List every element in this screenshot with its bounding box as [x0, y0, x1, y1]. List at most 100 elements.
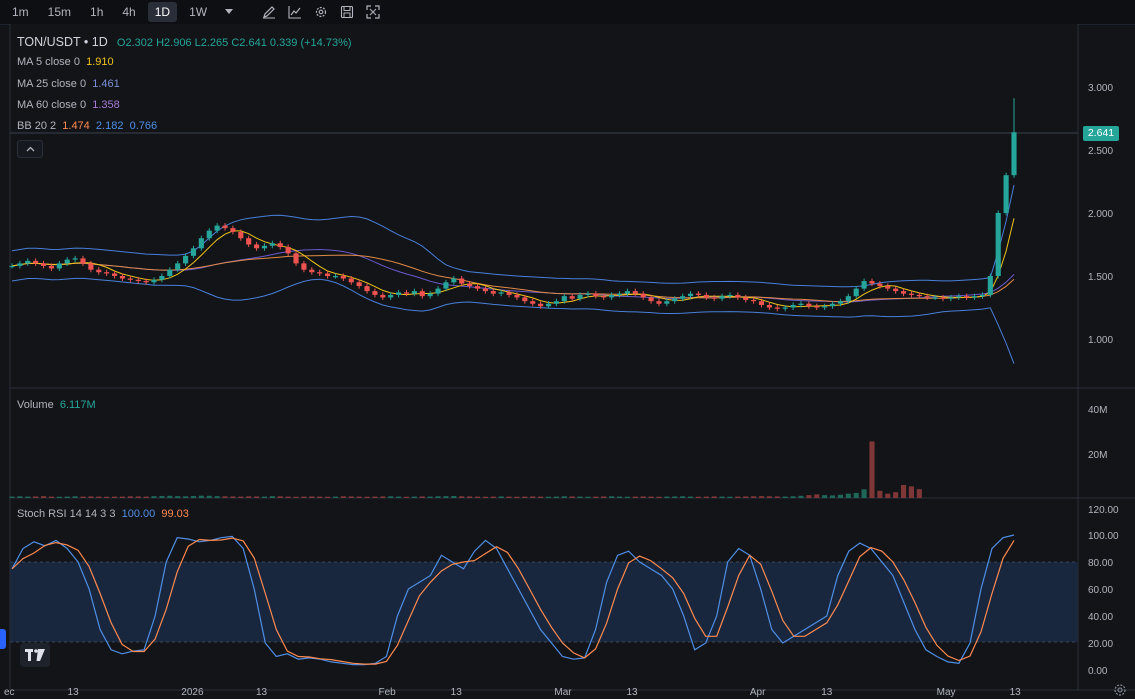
volume-bar [609, 496, 615, 498]
candle-body [687, 293, 694, 297]
price-chart[interactable]: 3.000 2.500 2.000 1.500 1.000 40M 20M 12… [0, 24, 1135, 699]
candle-body [695, 293, 701, 295]
volume-bar [530, 496, 536, 498]
ma5-label: MA 5 close 0 [17, 56, 80, 68]
volume-bar [230, 496, 236, 498]
time-tick: 13 [451, 687, 463, 698]
candle-body [680, 296, 686, 299]
candle-body [900, 291, 907, 294]
candle-body [979, 294, 986, 297]
candle-body [987, 276, 993, 295]
stoch-tick: 80.00 [1088, 558, 1113, 569]
gear-icon[interactable] [310, 2, 332, 22]
bb-legend[interactable]: BB 20 2 1.474 2.182 0.766 [17, 120, 157, 132]
volume-bar [9, 496, 15, 498]
volume-bar [498, 496, 504, 498]
volume-bar [640, 496, 646, 498]
candle-body [908, 293, 914, 295]
candle-body [995, 213, 1001, 276]
left-scroll-marker[interactable] [0, 629, 6, 649]
candle-body [317, 272, 323, 274]
candle-body [530, 301, 536, 304]
candle-body [340, 276, 346, 279]
stoch-tick: 20.00 [1088, 639, 1113, 650]
stoch-tick: 60.00 [1088, 585, 1113, 596]
volume-bar [758, 496, 765, 498]
candle-body [798, 303, 804, 305]
volume-bar [175, 496, 181, 498]
settings-gear-icon[interactable] [1113, 683, 1129, 699]
stoch-tick: 120.00 [1088, 505, 1119, 516]
candle-body [17, 263, 23, 266]
volume-bar [577, 496, 583, 498]
candle-body [735, 294, 741, 298]
candle-body [632, 291, 638, 294]
volume-tick: 40M [1088, 405, 1107, 416]
volume-bar [506, 496, 512, 498]
volume-bar [467, 496, 473, 498]
volume-bar [25, 496, 31, 498]
volume-bar [743, 496, 749, 498]
volume-bar [388, 496, 394, 498]
candle-body [159, 276, 165, 280]
stoch-tick: 0.00 [1088, 666, 1108, 677]
candle-body [364, 286, 370, 292]
candle-body [624, 291, 630, 294]
candle-body [380, 294, 386, 298]
candle-body [877, 283, 883, 287]
volume-bar [837, 494, 843, 498]
save-icon[interactable] [336, 2, 358, 22]
timeframe-1d[interactable]: 1D [147, 2, 178, 22]
chart-toolbar: 1m 15m 1h 4h 1D 1W [0, 0, 1135, 25]
volume-bar [782, 496, 788, 498]
candle-body [451, 278, 457, 283]
time-tick: ec [4, 687, 15, 698]
fullscreen-icon[interactable] [362, 2, 384, 22]
candle-body [403, 292, 410, 294]
timeframe-15m[interactable]: 15m [41, 2, 78, 22]
candle-body [143, 281, 149, 283]
collapse-legend-button[interactable] [17, 140, 43, 158]
volume-label: Volume [17, 399, 54, 411]
volume-bar [33, 496, 39, 498]
volume-bar [372, 496, 378, 498]
volume-bar [443, 496, 449, 498]
candle-body [703, 294, 709, 298]
volume-bar [183, 496, 189, 498]
candle-body [601, 296, 607, 298]
candle-body [782, 307, 788, 309]
volume-bar [143, 496, 149, 498]
time-tick: Apr [750, 687, 766, 698]
tradingview-logo[interactable] [20, 643, 50, 667]
candle-body [806, 303, 812, 307]
timeframe-4h[interactable]: 4h [115, 2, 142, 22]
ma25-legend[interactable]: MA 25 close 0 1.461 [17, 78, 120, 90]
candle-body [648, 297, 654, 302]
volume-legend[interactable]: Volume 6.117M [17, 399, 96, 411]
volume-bar [419, 496, 425, 498]
symbol-title[interactable]: TON/USDT • 1D [17, 35, 108, 49]
candle-body [514, 294, 520, 298]
timeframe-1w[interactable]: 1W [182, 2, 214, 22]
ma60-legend[interactable]: MA 60 close 0 1.358 [17, 99, 120, 111]
volume-bar [538, 496, 544, 498]
ma60-value: 1.358 [92, 99, 120, 111]
timeframe-1h[interactable]: 1h [83, 2, 110, 22]
ohlc-open: O2.302 [116, 37, 154, 49]
price-tick: 1.500 [1088, 272, 1113, 283]
candle-body [837, 301, 843, 304]
volume-bar [869, 441, 875, 498]
dropdown-icon[interactable] [218, 2, 240, 22]
candle-body [664, 301, 670, 304]
line-chart-icon[interactable] [284, 2, 306, 22]
volume-bar [648, 496, 654, 498]
volume-bar [545, 496, 552, 498]
candle-body [853, 288, 859, 297]
timeframe-1m[interactable]: 1m [5, 2, 36, 22]
volume-bar [877, 490, 883, 498]
volume-bar [814, 494, 820, 498]
pencil-icon[interactable] [258, 2, 280, 22]
ma5-legend[interactable]: MA 5 close 0 1.910 [17, 56, 114, 68]
candle-body [553, 301, 559, 304]
stoch-legend[interactable]: Stoch RSI 14 14 3 3 100.00 99.03 [17, 508, 189, 520]
